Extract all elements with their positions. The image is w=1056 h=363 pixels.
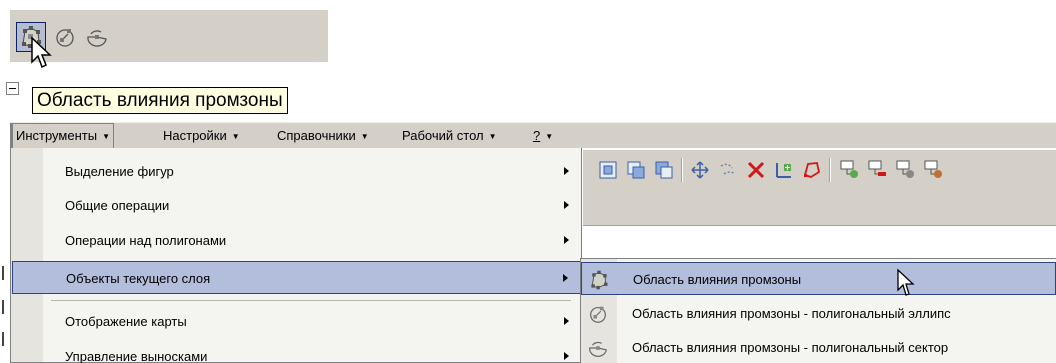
submenu-item-polygon-ellipse[interactable]: Область влияния промзоны - полигональный… xyxy=(581,297,1056,330)
layer-objects-toolbar xyxy=(10,10,328,62)
mouse-cursor-icon xyxy=(31,36,52,69)
submenu-item-label: Область влияния промзоны - полигональный… xyxy=(632,340,949,355)
menu-item-shape-selection[interactable]: Выделение фигур xyxy=(12,155,581,188)
menu-tools[interactable]: Инструменты ▼ xyxy=(12,123,114,149)
menu-item-current-layer-objects[interactable]: Объекты текущего слоя xyxy=(12,261,581,294)
menu-help-label: ? xyxy=(533,128,541,143)
edit-polygon-icon[interactable] xyxy=(801,159,823,181)
menu-settings[interactable]: Настройки ▼ xyxy=(160,123,243,149)
submenu-item-polygon-sector[interactable]: Область влияния промзоны - полигональный… xyxy=(581,331,1056,363)
layer-remove-icon[interactable] xyxy=(867,159,889,181)
layer-props-icon[interactable] xyxy=(895,159,917,181)
menu-references-label: Справочники xyxy=(277,128,356,143)
split-icon[interactable] xyxy=(717,159,739,181)
promzone-area-icon xyxy=(591,270,608,290)
polygon-ellipse-icon xyxy=(590,306,606,323)
layer-objects-submenu: Область влияния промзоны Область влияния… xyxy=(580,258,1056,363)
delete-icon[interactable] xyxy=(745,159,767,181)
polygon-sector-button[interactable] xyxy=(82,22,112,52)
intersect-icon[interactable] xyxy=(625,159,647,181)
submenu-arrow-icon xyxy=(564,236,569,244)
menu-item-label: Операции над полигонами xyxy=(65,233,227,248)
tree-collapse-icon[interactable] xyxy=(6,82,19,95)
submenu-arrow-icon xyxy=(564,167,569,175)
menu-item-label: Объекты текущего слоя xyxy=(66,271,211,286)
polygon-sector-icon xyxy=(589,341,607,357)
union-icon[interactable] xyxy=(597,159,619,181)
submenu-item-label: Область влияния промзоны xyxy=(633,272,802,287)
submenu-arrow-icon xyxy=(564,352,569,360)
add-vertex-icon[interactable] xyxy=(773,159,795,181)
submenu-item-promzone-area[interactable]: Область влияния промзоны xyxy=(581,262,1056,295)
menu-desktop[interactable]: Рабочий стол ▼ xyxy=(399,123,500,149)
layer-style-icon[interactable] xyxy=(923,159,945,181)
chevron-down-icon: ▼ xyxy=(102,132,110,141)
layer-add-icon[interactable] xyxy=(839,159,861,181)
chevron-down-icon: ▼ xyxy=(231,132,240,141)
polygon-ellipse-button[interactable] xyxy=(50,22,80,52)
menu-item-label: Управление выносками xyxy=(65,349,208,363)
menu-references[interactable]: Справочники ▼ xyxy=(274,123,372,149)
polygon-sector-icon xyxy=(87,30,107,47)
clipped-text xyxy=(36,113,256,121)
polygon-ellipse-icon xyxy=(56,29,74,47)
menu-desktop-label: Рабочий стол xyxy=(402,128,484,143)
menu-settings-label: Настройки xyxy=(163,128,227,143)
tooltip: Область влияния промзоны xyxy=(32,87,288,114)
submenu-item-label: Область влияния промзоны - полигональный… xyxy=(632,306,951,321)
menu-item-label: Выделение фигур xyxy=(65,164,174,179)
chevron-down-icon: ▼ xyxy=(488,132,497,141)
menu-item-callout-management[interactable]: Управление выносками xyxy=(12,340,581,363)
subtract-icon[interactable] xyxy=(653,159,675,181)
map-panel xyxy=(583,190,1056,226)
menu-item-label: Общие операции xyxy=(65,198,170,213)
submenu-arrow-icon xyxy=(564,201,569,209)
map-toolbar xyxy=(583,150,1056,190)
mouse-cursor-icon xyxy=(897,268,915,296)
menu-item-label: Отображение карты xyxy=(65,314,187,329)
tools-dropdown: Выделение фигур Общие операции Операции … xyxy=(10,148,582,363)
menu-item-polygon-operations[interactable]: Операции над полигонами xyxy=(12,224,581,257)
chevron-down-icon: ▼ xyxy=(545,132,554,141)
chevron-down-icon: ▼ xyxy=(360,132,369,141)
menu-item-general-operations[interactable]: Общие операции xyxy=(12,189,581,222)
menu-item-map-display[interactable]: Отображение карты xyxy=(12,305,581,338)
menu-tools-label: Инструменты xyxy=(16,128,98,143)
submenu-arrow-icon xyxy=(564,317,569,325)
submenu-arrow-icon xyxy=(563,274,568,282)
menu-bar: Инструменты ▼ Настройки ▼ Справочники ▼ Раб… xyxy=(10,122,1056,149)
move-icon[interactable] xyxy=(689,159,711,181)
menu-help[interactable]: ? ▼ xyxy=(530,123,556,149)
